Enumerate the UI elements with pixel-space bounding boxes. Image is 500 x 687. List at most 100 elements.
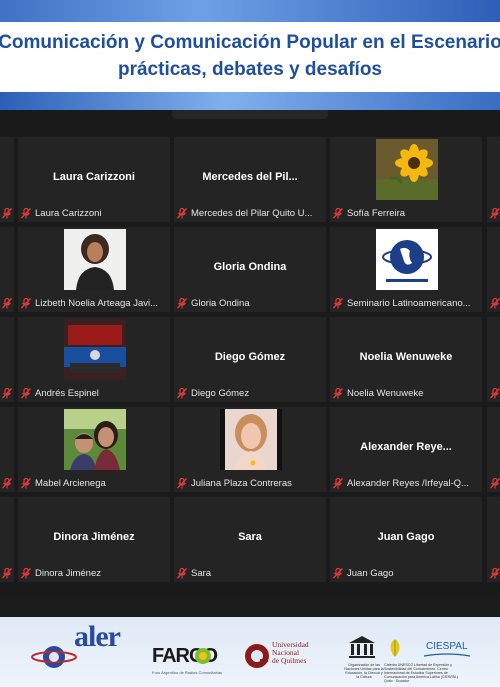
participant-tile[interactable]: Seminario Latinoamericano... [330,227,482,312]
partial-tile-left [0,497,14,582]
muted-mic-icon [2,207,12,218]
banner-stripe [0,92,500,110]
partial-tile-right [487,317,500,402]
partial-label [490,296,500,310]
muted-mic-icon [21,387,31,398]
muted-mic-icon [490,207,500,218]
participant-name-label: Andrés Espinel [21,386,168,400]
title-banner: Comunicación y Comunicación Popular en e… [0,22,500,92]
participant-display-name: Noelia Wenuweke [359,351,453,363]
top-strip [172,110,328,119]
muted-mic-icon [490,297,500,308]
participant-name: Juliana Plaza Contreras [191,477,292,489]
muted-mic-icon [177,477,187,488]
muted-mic-icon [490,567,500,578]
participant-name: Seminario Latinoamericano... [347,297,471,309]
participant-display-name: Dinora Jiménez [53,531,135,543]
participant-display-name: Alexander Reye... [360,441,452,453]
participant-name-label: Gloria Ondina [177,296,324,310]
partial-label [2,566,12,580]
muted-mic-icon [333,567,343,578]
partial-tile-right [487,407,500,492]
unitwin-logo [390,639,400,657]
muted-mic-icon [333,387,343,398]
partial-label [2,206,12,220]
muted-mic-icon [333,297,343,308]
participant-name-label: Alexander Reyes /Irfeyal-Q... [333,476,480,490]
participant-name-label: Sofía Ferreira [333,206,480,220]
participant-display-name: Laura Carizzoni [53,171,135,183]
partial-tile-left [0,407,14,492]
participant-display-name: Sara [238,531,262,543]
top-banner [0,0,500,22]
participant-name: Alexander Reyes /Irfeyal-Q... [347,477,469,489]
participant-tile[interactable]: Mabel Arcienega [18,407,170,492]
muted-mic-icon [2,387,12,398]
unesco-text: Organización de las Naciones Unidas para… [344,663,384,679]
participant-name: Sofía Ferreira [347,207,406,219]
participant-name: Diego Gómez [191,387,250,399]
ciespal-logo: CIESPAL [426,641,468,652]
participant-tile[interactable]: Alexander Reye... Alexander Reyes /Irfeya… [330,407,482,492]
sunflower-avatar [376,139,438,200]
participant-tile[interactable]: Diego Gómez Diego Gómez [174,317,326,402]
aler-logo-text: aler [74,620,121,653]
participant-name-label: Juliana Plaza Contreras [177,476,324,490]
participant-name: Laura Carizzoni [35,207,102,219]
participant-display-name: Gloria Ondina [213,261,287,273]
participant-tile[interactable]: Mercedes del Pil... Mercedes del Pilar Qu… [174,137,326,222]
participant-name-label: Juan Gago [333,566,480,580]
muted-mic-icon [177,567,187,578]
participant-tile[interactable]: Laura Carizzoni Laura Carizzoni [18,137,170,222]
muted-mic-icon [2,567,12,578]
farco-subtitle: Foro Argentino de Radios Comunitarias [152,670,223,675]
farco-logo-mark [195,648,211,664]
muted-mic-icon [21,567,31,578]
muted-mic-icon [490,477,500,488]
participant-tile[interactable]: Dinora Jiménez Dinora Jiménez [18,497,170,582]
participant-name: Gloria Ondina [191,297,250,309]
partial-tile-right [487,137,500,222]
participant-name: Mabel Arcienega [35,477,106,489]
participant-name-label: Lizbeth Noelia Arteaga Javi... [21,296,168,310]
partial-label [2,476,12,490]
participant-name: Noelia Wenuweke [347,387,424,399]
participant-name-label: Mercedes del Pilar Quito U... [177,206,324,220]
participant-name: Andrés Espinel [35,387,99,399]
participant-name-label: Sara [177,566,324,580]
partial-label [490,476,500,490]
partial-label [490,566,500,580]
participant-name-label: Mabel Arcienega [21,476,168,490]
participant-tile[interactable]: Sara Sara [174,497,326,582]
muted-mic-icon [21,297,31,308]
participant-name: Sara [191,567,212,579]
participant-display-name: Mercedes del Pil... [202,171,298,183]
unesco-chair-text: Cátedra UNESCO Libertad de Expresión y S… [384,663,459,683]
meeting-controls-bar [0,598,500,617]
partial-label [2,386,12,400]
participant-tile[interactable]: Lizbeth Noelia Arteaga Javi... [18,227,170,312]
participant-name-label: Seminario Latinoamericano... [333,296,480,310]
participant-name: Juan Gago [347,567,394,579]
title-line-1: Comunicación y Comunicación Popular en e… [0,32,500,53]
participant-tile[interactable]: Sofía Ferreira [330,137,482,222]
seminario-globe-avatar [376,229,438,290]
participant-tile[interactable]: Andrés Espinel [18,317,170,402]
video-gallery: Laura Carizzoni Laura Carizzoni Mercedes d… [0,110,500,617]
unq-logo-mark [245,644,269,668]
participant-tile[interactable]: Juliana Plaza Contreras [174,407,326,492]
muted-mic-icon [333,207,343,218]
participant-tile[interactable]: Juan Gago Juan Gago [330,497,482,582]
participant-name: Dinora Jiménez [35,567,101,579]
participant-name-label: Diego Gómez [177,386,324,400]
partial-label [490,386,500,400]
participant-display-name: Juan Gago [377,531,435,543]
woman-portrait-avatar [64,229,126,290]
participant-tile[interactable]: Noelia Wenuweke Noelia Wenuweke [330,317,482,402]
muted-mic-icon [2,297,12,308]
muted-mic-icon [21,207,31,218]
participant-tile[interactable]: Gloria Ondina Gloria Ondina [174,227,326,312]
participant-name: Lizbeth Noelia Arteaga Javi... [35,297,159,309]
participant-name-label: Dinora Jiménez [21,566,168,580]
participant-name-label: Laura Carizzoni [21,206,168,220]
